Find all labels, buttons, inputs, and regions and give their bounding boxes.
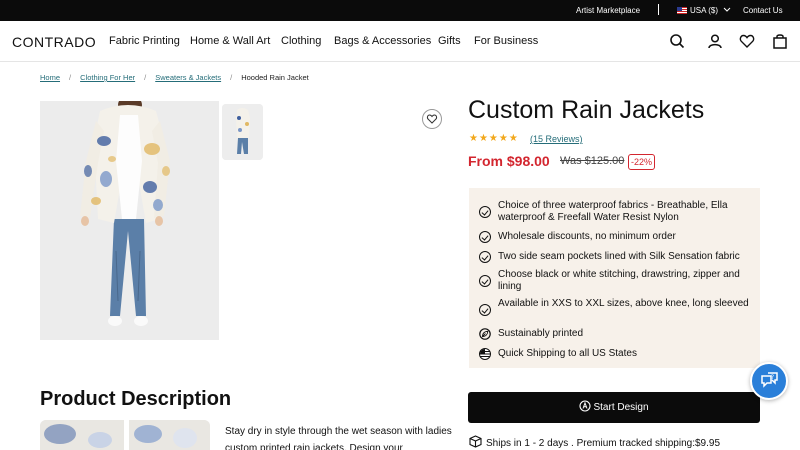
check-circle-icon — [479, 231, 491, 243]
chevron-down-icon — [723, 7, 731, 12]
breadcrumb-sweaters-jackets[interactable]: Sweaters & Jackets — [155, 73, 221, 82]
feature-text: Two side seam pockets lined with Silk Se… — [498, 251, 740, 262]
feature-text: Available in XXS to XXL sizes, above kne… — [498, 298, 749, 309]
topbar-divider — [658, 4, 659, 15]
check-circle-icon — [479, 251, 491, 263]
start-design-label: Start Design — [593, 402, 649, 413]
us-flag-icon — [677, 7, 687, 14]
shipping-text: Ships in 1 - 2 days . Premium tracked sh… — [486, 438, 721, 449]
check-circle-icon — [479, 275, 491, 287]
currency-selector[interactable]: USA ($) — [677, 6, 731, 15]
model-rain-jacket-illustration — [40, 101, 219, 340]
nav-for-business[interactable]: For Business — [474, 35, 538, 47]
nav-gifts[interactable]: Gifts — [438, 35, 461, 47]
star-rating: ★★★★★ — [469, 133, 519, 144]
breadcrumb-current: Hooded Rain Jacket — [241, 73, 309, 82]
us-flag-icon — [479, 348, 491, 360]
feature-text: Choose black or white stitching, drawstr… — [498, 269, 740, 292]
current-price: From $98.00 — [468, 153, 550, 169]
account-icon[interactable] — [707, 33, 723, 49]
breadcrumb-separator: / — [69, 73, 72, 82]
box-icon — [469, 435, 482, 448]
feature-text: Quick Shipping to all US States — [498, 348, 637, 359]
search-icon[interactable] — [669, 33, 685, 49]
features-panel: Choice of three waterproof fabrics - Bre… — [469, 188, 760, 368]
chat-help-icon: ? — [761, 372, 778, 388]
breadcrumb-separator: / — [230, 73, 233, 82]
breadcrumb-clothing-for-her[interactable]: Clothing For Her — [80, 73, 135, 82]
help-chat-button[interactable]: ? — [750, 362, 788, 400]
description-heading: Product Description — [40, 388, 232, 410]
thumbnail-illustration — [222, 104, 263, 160]
start-design-button[interactable]: Start Design — [468, 392, 760, 423]
leaf-icon — [479, 328, 491, 340]
nav-bags-accessories[interactable]: Bags & Accessories — [334, 35, 431, 47]
feature-text: Choice of three waterproof fabrics - Bre… — [498, 200, 728, 223]
product-main-image[interactable] — [40, 101, 219, 340]
product-thumbnail[interactable] — [222, 104, 263, 160]
check-circle-icon — [479, 206, 491, 218]
discount-badge: -22% — [628, 154, 656, 170]
site-logo[interactable]: CONTRADO — [12, 34, 96, 50]
currency-label: USA ($) — [690, 6, 719, 15]
svg-text:?: ? — [771, 374, 774, 381]
check-circle-icon — [479, 304, 491, 316]
artist-marketplace-link[interactable]: Artist Marketplace — [576, 6, 640, 15]
nav-home-wall-art[interactable]: Home & Wall Art — [190, 35, 270, 47]
design-icon — [579, 400, 592, 412]
top-bar: Artist Marketplace USA ($) Contact Us — [0, 0, 800, 21]
heart-icon[interactable] — [739, 33, 755, 49]
original-price: Was $125.00 — [560, 155, 625, 167]
heart-icon — [426, 114, 438, 124]
fabric-pattern-illustration — [40, 420, 210, 450]
description-text: Stay dry in style through the wet season… — [225, 426, 452, 450]
reviews-link[interactable]: (15 Reviews) — [530, 134, 583, 144]
breadcrumb-home[interactable]: Home — [40, 73, 60, 82]
wishlist-button[interactable] — [422, 109, 442, 129]
nav-clothing[interactable]: Clothing — [281, 35, 321, 47]
breadcrumb-separator: / — [144, 73, 147, 82]
feature-text: Wholesale discounts, no minimum order — [498, 231, 676, 242]
nav-fabric-printing[interactable]: Fabric Printing — [109, 35, 180, 47]
feature-text: Sustainably printed — [498, 328, 584, 339]
product-title: Custom Rain Jackets — [468, 96, 705, 124]
shipping-info: Ships in 1 - 2 days . Premium tracked sh… — [469, 435, 720, 449]
bag-icon[interactable] — [772, 33, 788, 49]
main-header: CONTRADO Fabric Printing Home & Wall Art… — [0, 21, 800, 62]
contact-us-link[interactable]: Contact Us — [743, 6, 783, 15]
breadcrumb: Home / Clothing For Her / Sweaters & Jackets… — [40, 73, 309, 82]
description-image — [40, 420, 210, 450]
